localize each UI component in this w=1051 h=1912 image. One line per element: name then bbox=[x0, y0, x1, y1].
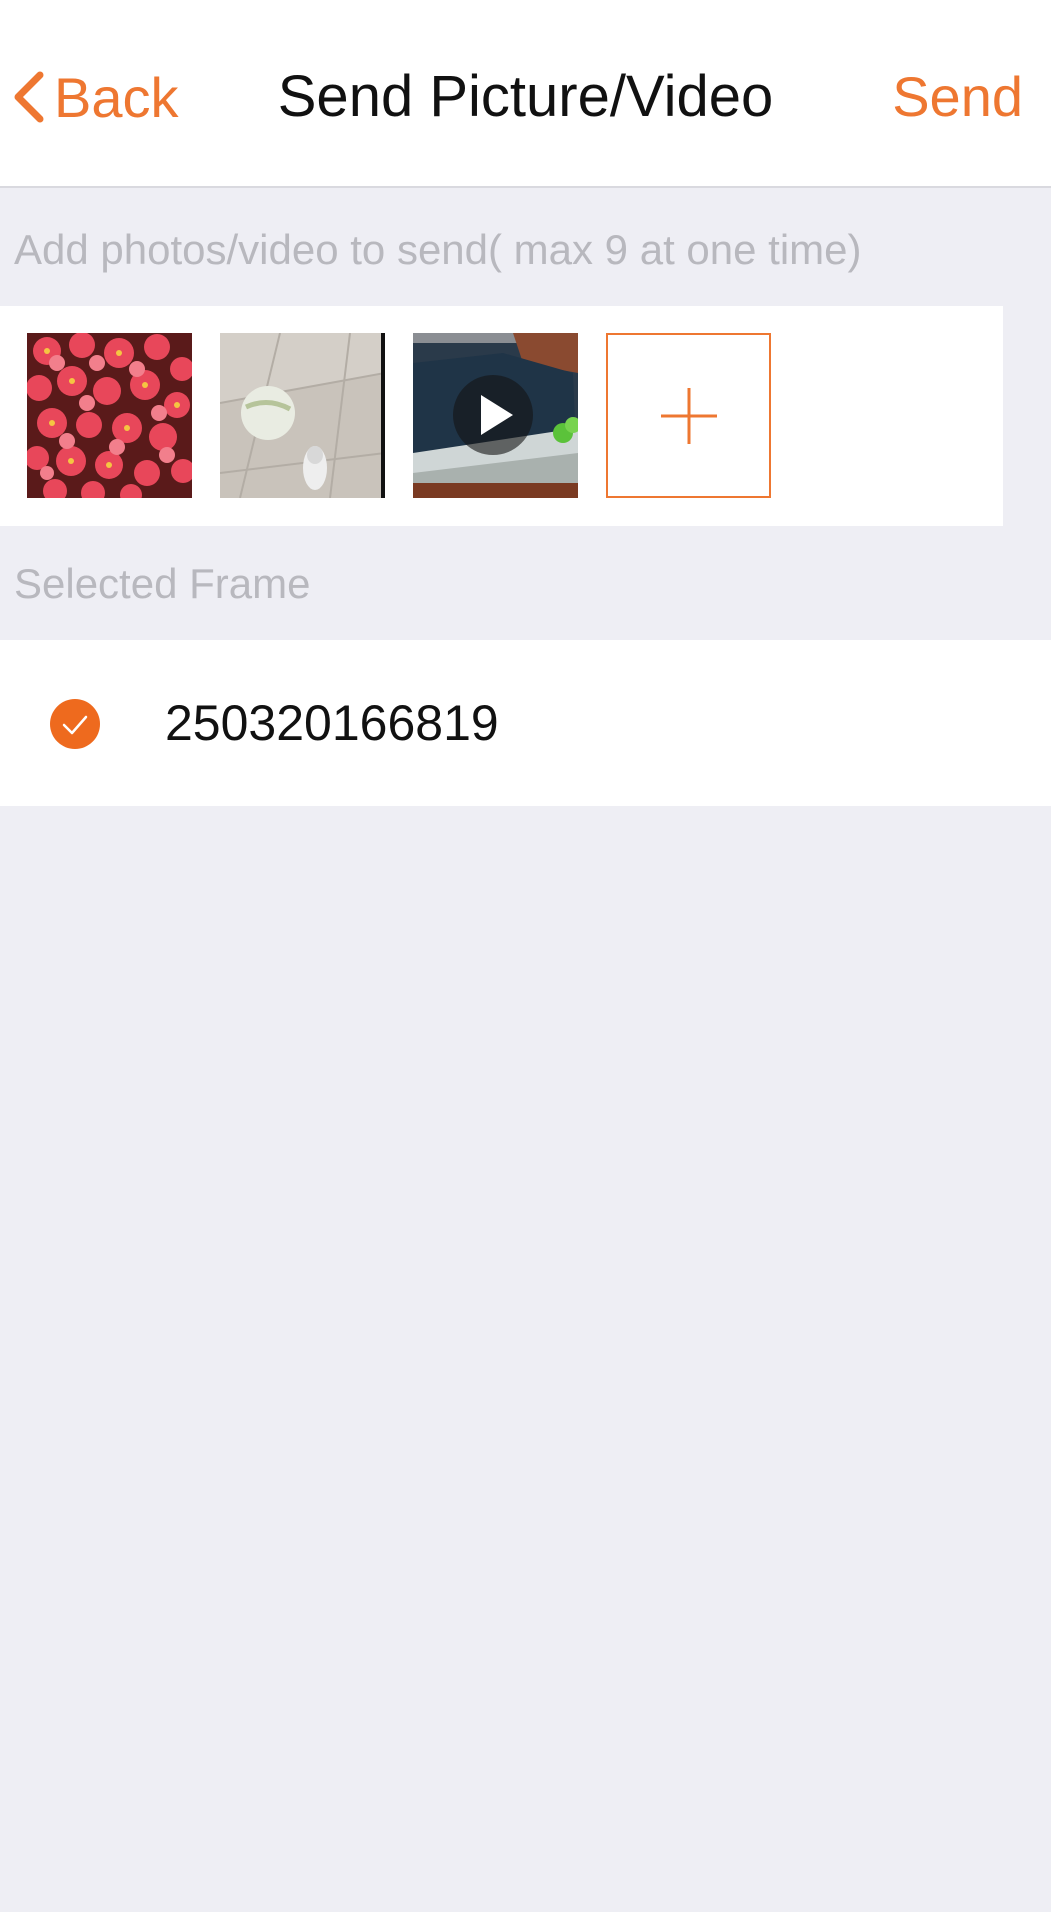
chevron-left-icon bbox=[14, 71, 44, 123]
photo-thumbnail-flowers[interactable] bbox=[27, 333, 192, 498]
back-button[interactable]: Back bbox=[10, 62, 179, 132]
media-strip bbox=[0, 306, 1003, 526]
photo-thumbnail-ball[interactable] bbox=[220, 333, 385, 498]
flowers-image bbox=[27, 333, 192, 498]
ball-image bbox=[220, 333, 385, 498]
top-bar: Back Send Picture/Video Send bbox=[0, 0, 1051, 188]
plus-icon bbox=[660, 387, 717, 444]
selected-frame-label: Selected Frame bbox=[14, 560, 311, 607]
video-thumbnail[interactable] bbox=[413, 333, 578, 498]
fish-tank-image bbox=[413, 333, 578, 498]
play-icon bbox=[453, 375, 533, 455]
add-media-button[interactable] bbox=[606, 333, 771, 498]
checkmark-circle-icon[interactable] bbox=[49, 698, 101, 750]
frame-list-item[interactable]: 250320166819 bbox=[0, 640, 1051, 806]
media-hint: Add photos/video to send( max 9 at one t… bbox=[14, 226, 862, 273]
send-button[interactable]: Send bbox=[892, 62, 1023, 132]
back-label: Back bbox=[54, 65, 179, 129]
frame-id: 250320166819 bbox=[165, 695, 499, 751]
